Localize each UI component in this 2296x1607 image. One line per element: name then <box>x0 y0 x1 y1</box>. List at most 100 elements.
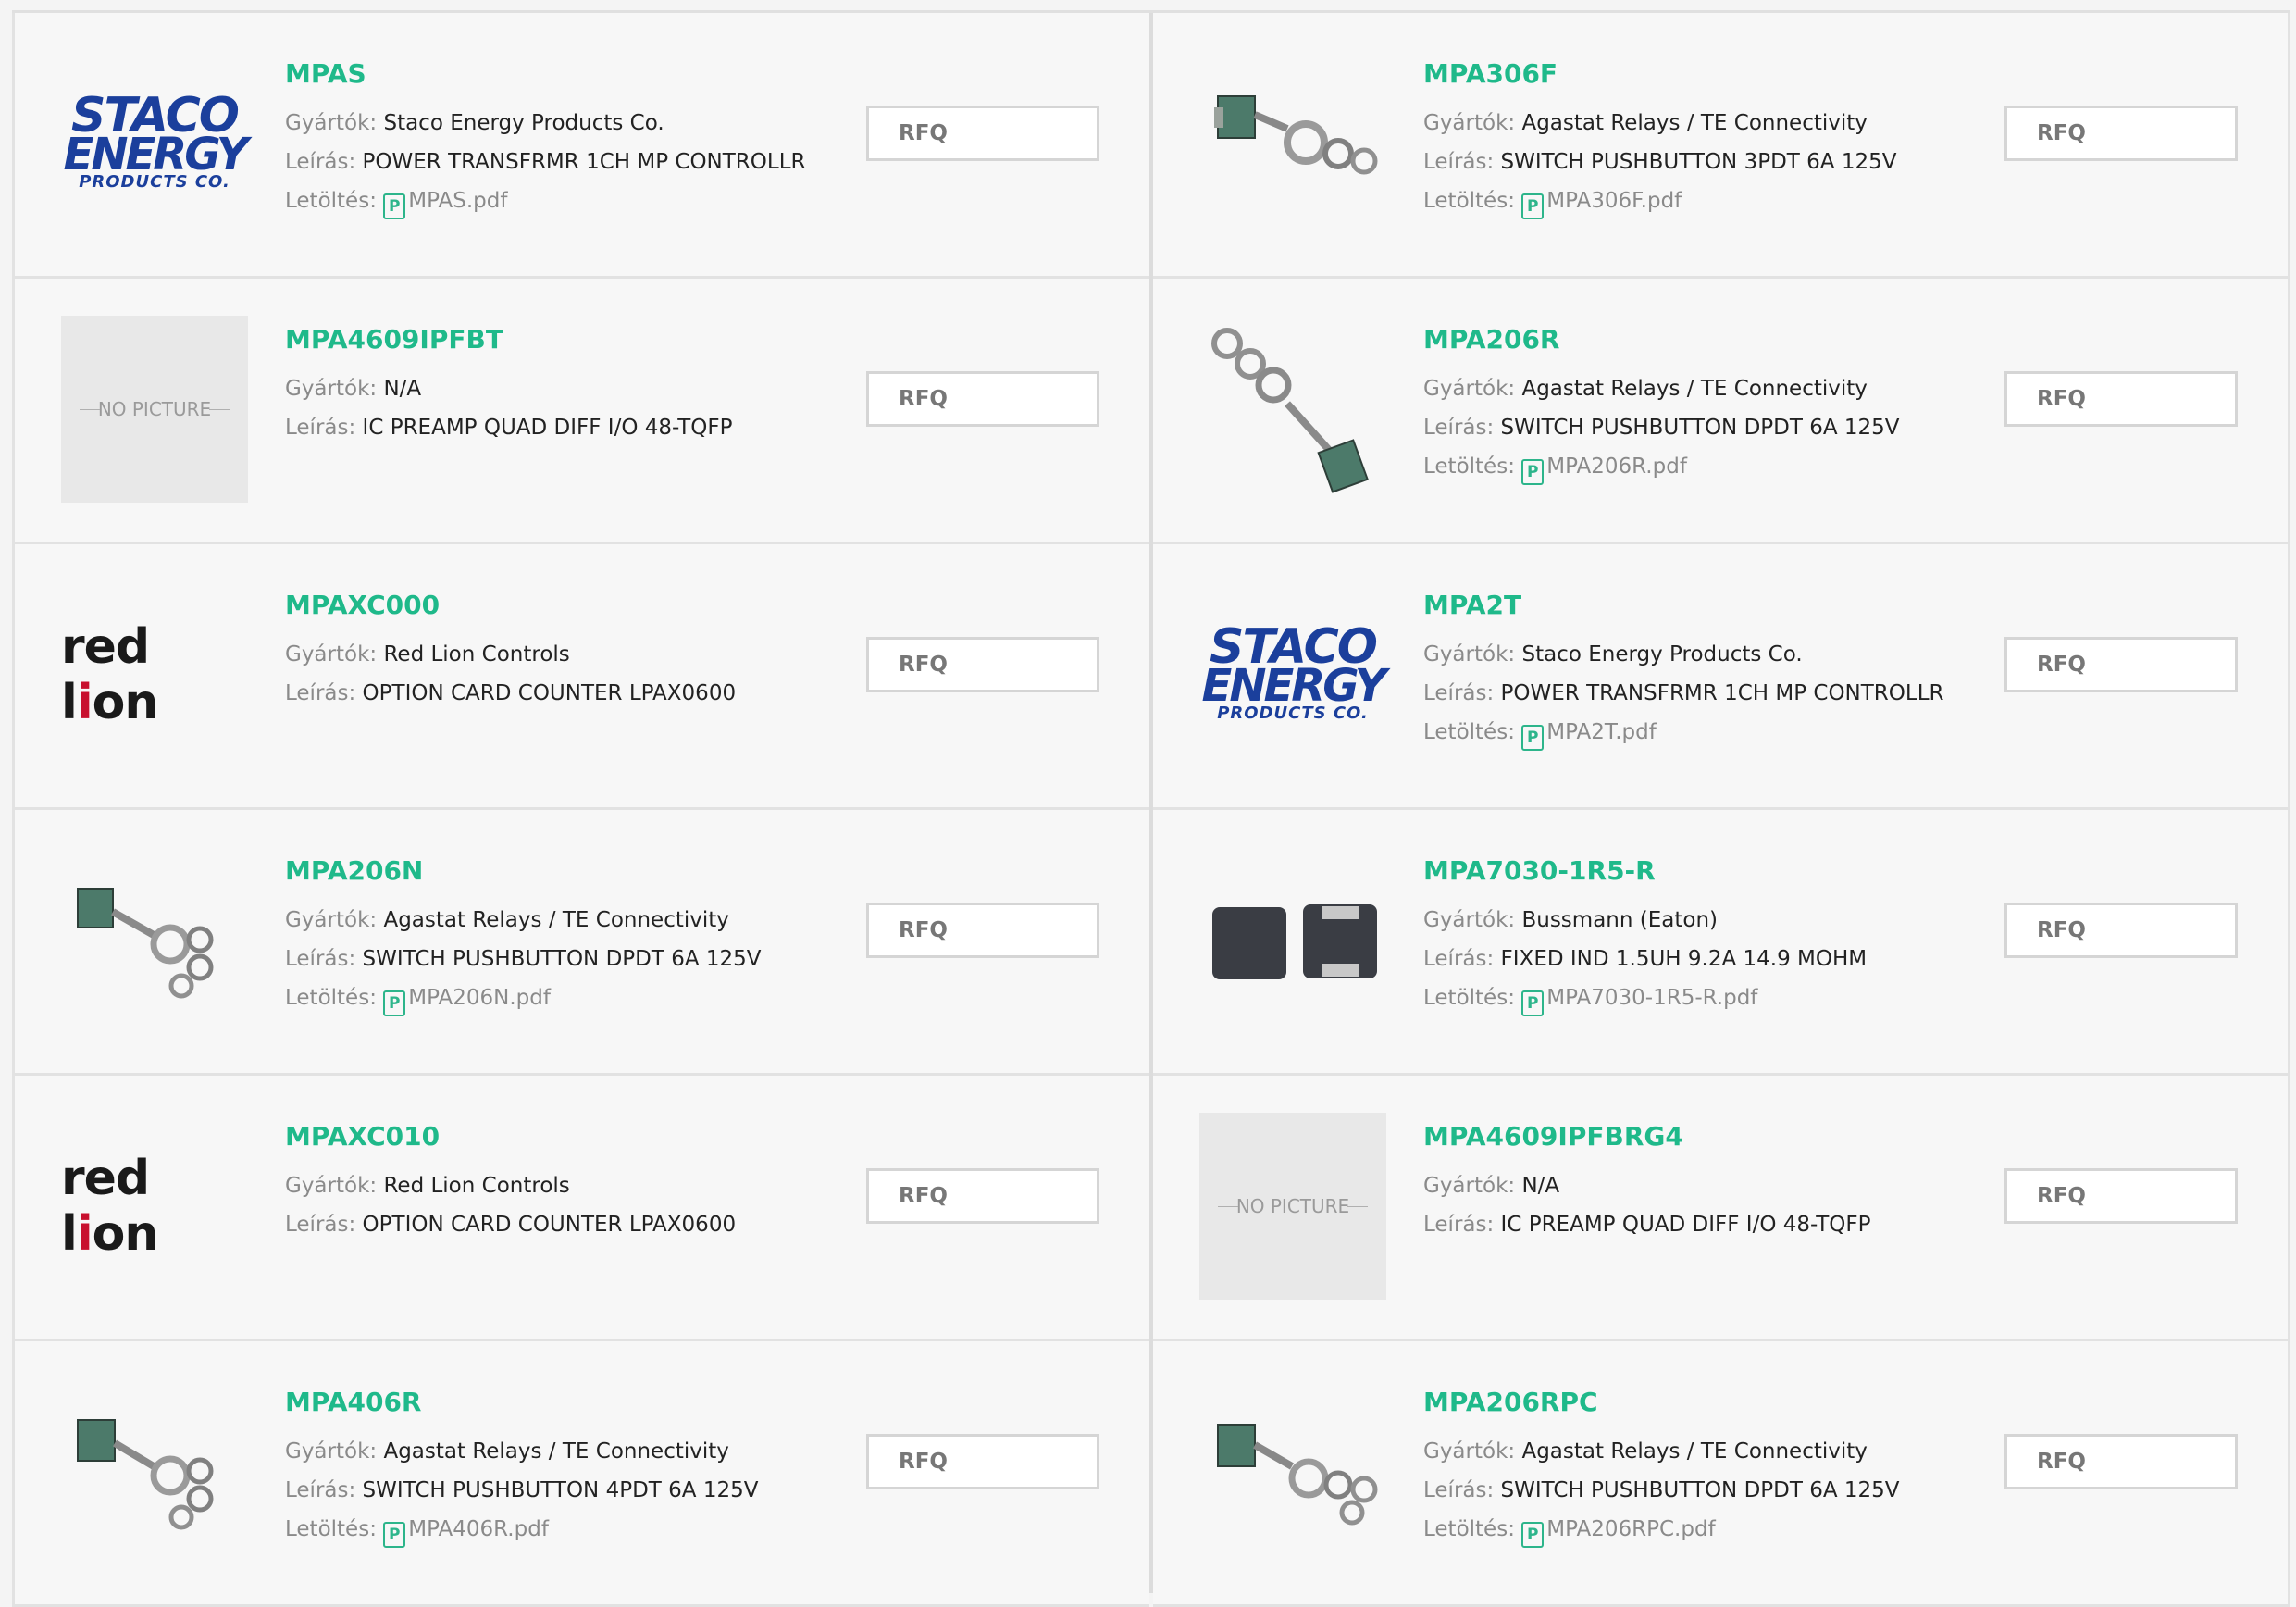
manufacturer-row: Gyártók: N/A <box>1423 1174 1560 1198</box>
product-card: NO PICTURE MPA4609IPFBRG4 Gyártók: N/A L… <box>1153 1076 2290 1341</box>
rfq-button[interactable]: RFQ <box>866 106 1099 161</box>
product-title-link[interactable]: MPA206RPC <box>1423 1386 1979 1419</box>
description-value: OPTION CARD COUNTER LPAX0600 <box>362 1213 737 1237</box>
description-row: Leírás: POWER TRANSFRMR 1CH MP CONTROLLR <box>1423 681 1944 705</box>
pdf-download-link[interactable]: MPA7030-1R5-R.pdf <box>1546 986 1757 1010</box>
product-title-link[interactable]: MPA2T <box>1423 589 1979 622</box>
product-image[interactable] <box>61 847 248 1034</box>
download-row: Letöltés: P MPA7030-1R5-R.pdf <box>1423 978 1979 1017</box>
pushbutton-switch-photo <box>1217 1424 1378 1526</box>
product-image[interactable] <box>61 1378 248 1565</box>
product-image[interactable] <box>1199 847 1386 1034</box>
product-card: MPA306F Gyártók: Agastat Relays / TE Con… <box>1153 13 2290 279</box>
pdf-download-link[interactable]: MPA206R.pdf <box>1546 455 1687 479</box>
description-value: POWER TRANSFRMR 1CH MP CONTROLLR <box>362 150 806 174</box>
description-value: SWITCH PUSHBUTTON 3PDT 6A 125V <box>1500 150 1897 174</box>
rfq-button[interactable]: RFQ <box>2004 1168 2238 1224</box>
download-row: Letöltés: P MPA206RPC.pdf <box>1423 1510 1979 1549</box>
product-title-link[interactable]: MPAXC010 <box>285 1120 840 1153</box>
pdf-download-link[interactable]: MPA306F.pdf <box>1546 189 1682 213</box>
product-image[interactable] <box>1199 1378 1386 1565</box>
product-title-link[interactable]: MPA7030-1R5-R <box>1423 854 1979 888</box>
product-title-link[interactable]: MPA4609IPFBT <box>285 323 840 356</box>
product-grid: STACO ENERGY PRODUCTS CO. MPAS Gyártók: … <box>12 10 2290 1607</box>
no-picture-placeholder: NO PICTURE <box>1199 1113 1386 1300</box>
rfq-button[interactable]: RFQ <box>2004 903 2238 958</box>
rfq-button[interactable]: RFQ <box>2004 637 2238 692</box>
pdf-download-link[interactable]: MPA206N.pdf <box>408 986 551 1010</box>
description-row: Leírás: SWITCH PUSHBUTTON DPDT 6A 125V <box>1423 416 1900 440</box>
product-card: red lion MPAXC010 Gyártók: Red Lion Cont… <box>12 1076 1149 1341</box>
product-image[interactable]: red lion <box>61 581 248 768</box>
pushbutton-switch-photo <box>77 1419 214 1530</box>
product-card: MPA7030-1R5-R Gyártók: Bussmann (Eaton) … <box>1153 810 2290 1076</box>
download-row: Letöltés: P MPA306F.pdf <box>1423 181 1979 220</box>
manufacturer-row: Gyártók: Agastat Relays / TE Connectivit… <box>1423 1439 1868 1464</box>
pdf-icon: P <box>383 193 406 219</box>
rfq-button[interactable]: RFQ <box>2004 371 2238 427</box>
pdf-icon: P <box>1521 990 1545 1016</box>
product-image[interactable]: NO PICTURE <box>1199 1113 1386 1300</box>
manufacturer-value: Red Lion Controls <box>383 1174 570 1198</box>
product-title-link[interactable]: MPA406R <box>285 1386 840 1419</box>
rfq-button[interactable]: RFQ <box>2004 106 2238 161</box>
pushbutton-switch-photo <box>1214 95 1378 175</box>
manufacturer-value: N/A <box>1521 1174 1560 1198</box>
manufacturer-value: Agastat Relays / TE Connectivity <box>1521 111 1868 135</box>
description-value: SWITCH PUSHBUTTON DPDT 6A 125V <box>1500 1478 1900 1502</box>
description-row: Leírás: OPTION CARD COUNTER LPAX0600 <box>285 1213 737 1237</box>
product-card: MPA206N Gyártók: Agastat Relays / TE Con… <box>12 810 1149 1076</box>
product-card: MPA406R Gyártók: Agastat Relays / TE Con… <box>12 1341 1149 1607</box>
description-row: Leírás: OPTION CARD COUNTER LPAX0600 <box>285 681 737 705</box>
product-title-link[interactable]: MPAXC000 <box>285 589 840 622</box>
download-row: Letöltés: P MPAS.pdf <box>285 181 840 220</box>
no-picture-placeholder: NO PICTURE <box>61 316 248 503</box>
description-value: SWITCH PUSHBUTTON 4PDT 6A 125V <box>362 1478 759 1502</box>
product-image[interactable] <box>1199 316 1386 503</box>
product-title-link[interactable]: MPA206R <box>1423 323 1979 356</box>
redlion-logo: red lion <box>61 619 158 730</box>
redlion-logo: red lion <box>61 1151 158 1262</box>
rfq-button[interactable]: RFQ <box>866 1434 1099 1489</box>
product-title-link[interactable]: MPA306F <box>1423 57 1979 91</box>
pdf-download-link[interactable]: MPA2T.pdf <box>1546 720 1657 744</box>
manufacturer-value: Agastat Relays / TE Connectivity <box>383 1439 729 1464</box>
product-card: MPA206R Gyártók: Agastat Relays / TE Con… <box>1153 279 2290 544</box>
rfq-button[interactable]: RFQ <box>866 371 1099 427</box>
pdf-icon: P <box>1521 459 1545 485</box>
product-image[interactable] <box>1199 50 1386 237</box>
product-title-link[interactable]: MPA206N <box>285 854 840 888</box>
product-card: STACO ENERGY PRODUCTS CO. MPAS Gyártók: … <box>12 13 1149 279</box>
rfq-button[interactable]: RFQ <box>866 637 1099 692</box>
manufacturer-row: Gyártók: Agastat Relays / TE Connectivit… <box>1423 111 1868 135</box>
description-value: FIXED IND 1.5UH 9.2A 14.9 MOHM <box>1500 947 1868 971</box>
rfq-button[interactable]: RFQ <box>866 903 1099 958</box>
manufacturer-value: Bussmann (Eaton) <box>1521 908 1718 932</box>
product-card: MPA206RPC Gyártók: Agastat Relays / TE C… <box>1153 1341 2290 1607</box>
product-card: red lion MPAXC000 Gyártók: Red Lion Cont… <box>12 544 1149 810</box>
manufacturer-row: Gyártók: Bussmann (Eaton) <box>1423 908 1718 932</box>
description-row: Leírás: SWITCH PUSHBUTTON DPDT 6A 125V <box>285 947 762 971</box>
description-value: IC PREAMP QUAD DIFF I/O 48-TQFP <box>1500 1213 1871 1237</box>
product-image[interactable]: STACO ENERGY PRODUCTS CO. <box>61 50 249 237</box>
rfq-button[interactable]: RFQ <box>866 1168 1099 1224</box>
product-image[interactable]: red lion <box>61 1113 248 1300</box>
manufacturer-value: Agastat Relays / TE Connectivity <box>1521 377 1868 401</box>
rfq-button[interactable]: RFQ <box>2004 1434 2238 1489</box>
product-title-link[interactable]: MPAS <box>285 57 840 91</box>
product-title-link[interactable]: MPA4609IPFBRG4 <box>1423 1120 1979 1153</box>
description-row: Leírás: SWITCH PUSHBUTTON 3PDT 6A 125V <box>1423 150 1897 174</box>
product-image[interactable]: STACO ENERGY PRODUCTS CO. <box>1199 581 1387 768</box>
manufacturer-value: Red Lion Controls <box>383 642 570 666</box>
manufacturer-value: Agastat Relays / TE Connectivity <box>383 908 729 932</box>
download-row: Letöltés: P MPA406R.pdf <box>285 1510 840 1549</box>
description-value: OPTION CARD COUNTER LPAX0600 <box>362 681 737 705</box>
download-row: Letöltés: P MPA206R.pdf <box>1423 447 1979 486</box>
product-card: STACO ENERGY PRODUCTS CO. MPA2T Gyártók:… <box>1153 544 2290 810</box>
pdf-download-link[interactable]: MPA206RPC.pdf <box>1546 1517 1715 1541</box>
pdf-icon: P <box>383 990 406 1016</box>
description-row: Leírás: SWITCH PUSHBUTTON DPDT 6A 125V <box>1423 1478 1900 1502</box>
pdf-download-link[interactable]: MPA406R.pdf <box>408 1517 549 1541</box>
pdf-download-link[interactable]: MPAS.pdf <box>408 189 507 213</box>
product-image[interactable]: NO PICTURE <box>61 316 248 503</box>
